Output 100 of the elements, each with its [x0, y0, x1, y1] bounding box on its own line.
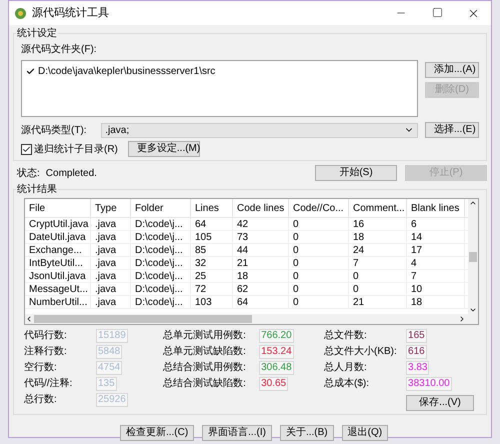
table-cell: 18: [233, 270, 289, 282]
check-icon: [26, 67, 34, 76]
table-cell: Exchange...: [25, 244, 91, 256]
table-cell: .java: [91, 231, 131, 243]
chevron-right-icon[interactable]: [458, 315, 466, 323]
checkbox[interactable]: [21, 144, 32, 154]
scrollbar-thumb[interactable]: [34, 315, 252, 323]
column-header[interactable]: Blank lines: [407, 199, 465, 217]
table-cell: 105: [191, 231, 233, 243]
button[interactable]: 退出(Q): [342, 425, 388, 441]
stat-value: 5848: [96, 344, 122, 358]
stat-value: 165: [406, 328, 427, 342]
table-cell: 25: [191, 270, 233, 282]
table-cell: 0: [289, 231, 349, 243]
button[interactable]: 开始(S): [315, 165, 397, 181]
table-cell: 21: [233, 257, 289, 269]
table-cell: 0: [289, 270, 349, 282]
folder-list[interactable]: D:\code\java\kepler\businessserver1\src: [21, 60, 418, 117]
stat-value: 38310.00: [406, 376, 452, 390]
table-cell: 7: [349, 257, 407, 269]
table-cell: CryptUtil.java: [25, 218, 91, 230]
chevron-up-icon[interactable]: [469, 199, 477, 207]
table-cell: .java: [91, 218, 131, 230]
table-cell: 32: [191, 257, 233, 269]
table-cell: NumberUtil...: [25, 296, 91, 308]
column-header[interactable]: Folder: [131, 199, 191, 217]
stat-label: 代码//注释:: [24, 376, 74, 391]
table-cell: 21: [349, 296, 407, 308]
stat-value: 25926: [96, 392, 128, 406]
stat-label: 总行数:: [24, 392, 58, 407]
button[interactable]: 界面语言...(I): [202, 425, 272, 441]
button[interactable]: 保存...(V): [406, 395, 474, 411]
table-cell: 18: [349, 231, 407, 243]
table-cell: 64: [233, 296, 289, 308]
window-title: 源代码统计工具: [32, 6, 109, 21]
stat-value: 766.20: [259, 328, 294, 342]
column-header[interactable]: Comment...: [349, 199, 407, 217]
column-header[interactable]: Code lines: [233, 199, 289, 217]
stat-label: 总单元测试用例数:: [163, 328, 247, 343]
table-cell: DateUtil.java: [25, 231, 91, 243]
table-cell: 24: [349, 244, 407, 256]
stat-label: 空行数:: [24, 360, 58, 375]
table-cell: 7: [407, 270, 465, 282]
stat-label: 总成本($):: [324, 376, 370, 391]
button[interactable]: 关于...(B): [280, 425, 334, 441]
table-cell: 18: [407, 296, 465, 308]
table-cell: 0: [289, 283, 349, 295]
table-cell: .java: [91, 296, 131, 308]
stat-value: 153.24: [259, 344, 294, 358]
status-text: Completed.: [46, 166, 97, 180]
stat-label: 总结合测试用例数:: [163, 360, 247, 375]
column-header[interactable]: File: [25, 199, 91, 217]
stat-value: 616: [406, 344, 427, 358]
table-cell: D:\code\j...: [131, 283, 191, 295]
table-cell: .java: [91, 244, 131, 256]
stat-label: 总文件大小(KB):: [324, 344, 398, 359]
table-cell: 10: [407, 283, 465, 295]
column-header[interactable]: Code//Co...: [289, 199, 349, 217]
type-dropdown[interactable]: .java;: [101, 122, 418, 138]
table-cell: 44: [233, 244, 289, 256]
table-cell: 0: [349, 270, 407, 282]
column-header[interactable]: Lines: [191, 199, 233, 217]
table-cell: D:\code\j...: [131, 231, 191, 243]
table-cell: 6: [407, 218, 465, 230]
stat-value: 3.83: [406, 360, 430, 374]
stat-value: 30.65: [259, 376, 288, 390]
stat-label: 总单元测试缺陷数:: [163, 344, 247, 359]
stat-label: 总文件数:: [324, 328, 368, 343]
table-cell: 16: [349, 218, 407, 230]
table-cell: .java: [91, 270, 131, 282]
button[interactable]: 添加...(A): [425, 62, 479, 78]
table-cell: D:\code\j...: [131, 244, 191, 256]
stat-value: 135: [96, 376, 117, 390]
folder-path[interactable]: D:\code\java\kepler\businessserver1\src: [38, 64, 216, 79]
scrollbar-thumb[interactable]: [469, 252, 477, 262]
table-cell: 0: [349, 283, 407, 295]
button[interactable]: 检查更新...(C): [120, 425, 194, 441]
table-cell: D:\code\j...: [131, 218, 191, 230]
app-icon: [14, 6, 27, 20]
chevron-left-icon[interactable]: [25, 315, 33, 323]
table-cell: 0: [289, 218, 349, 230]
stat-label: 代码行数:: [24, 329, 68, 343]
table-cell: D:\code\j...: [131, 270, 191, 282]
vertical-scrollbar[interactable]: [468, 199, 478, 314]
table-cell: 0: [289, 244, 349, 256]
stat-label: 总人月数:: [324, 360, 368, 375]
stat-label: 注释行数:: [24, 344, 68, 359]
column-header[interactable]: Type: [91, 199, 131, 217]
button[interactable]: 选择...(E): [425, 122, 479, 138]
table-cell: 72: [191, 283, 233, 295]
table-cell: MessageUt...: [25, 283, 91, 295]
button[interactable]: 更多设定...(M): [128, 141, 200, 157]
horizontal-scrollbar[interactable]: [25, 314, 478, 324]
field-label: 源代码类型(T):: [21, 124, 88, 138]
table-cell: 62: [233, 283, 289, 295]
stat-value: 15189: [96, 328, 128, 342]
table-cell: D:\code\j...: [131, 296, 191, 308]
status-label: 状态:: [17, 166, 40, 180]
chevron-down-icon[interactable]: [469, 306, 477, 314]
checkbox-label[interactable]: 递归统计子目录(R): [34, 142, 118, 156]
